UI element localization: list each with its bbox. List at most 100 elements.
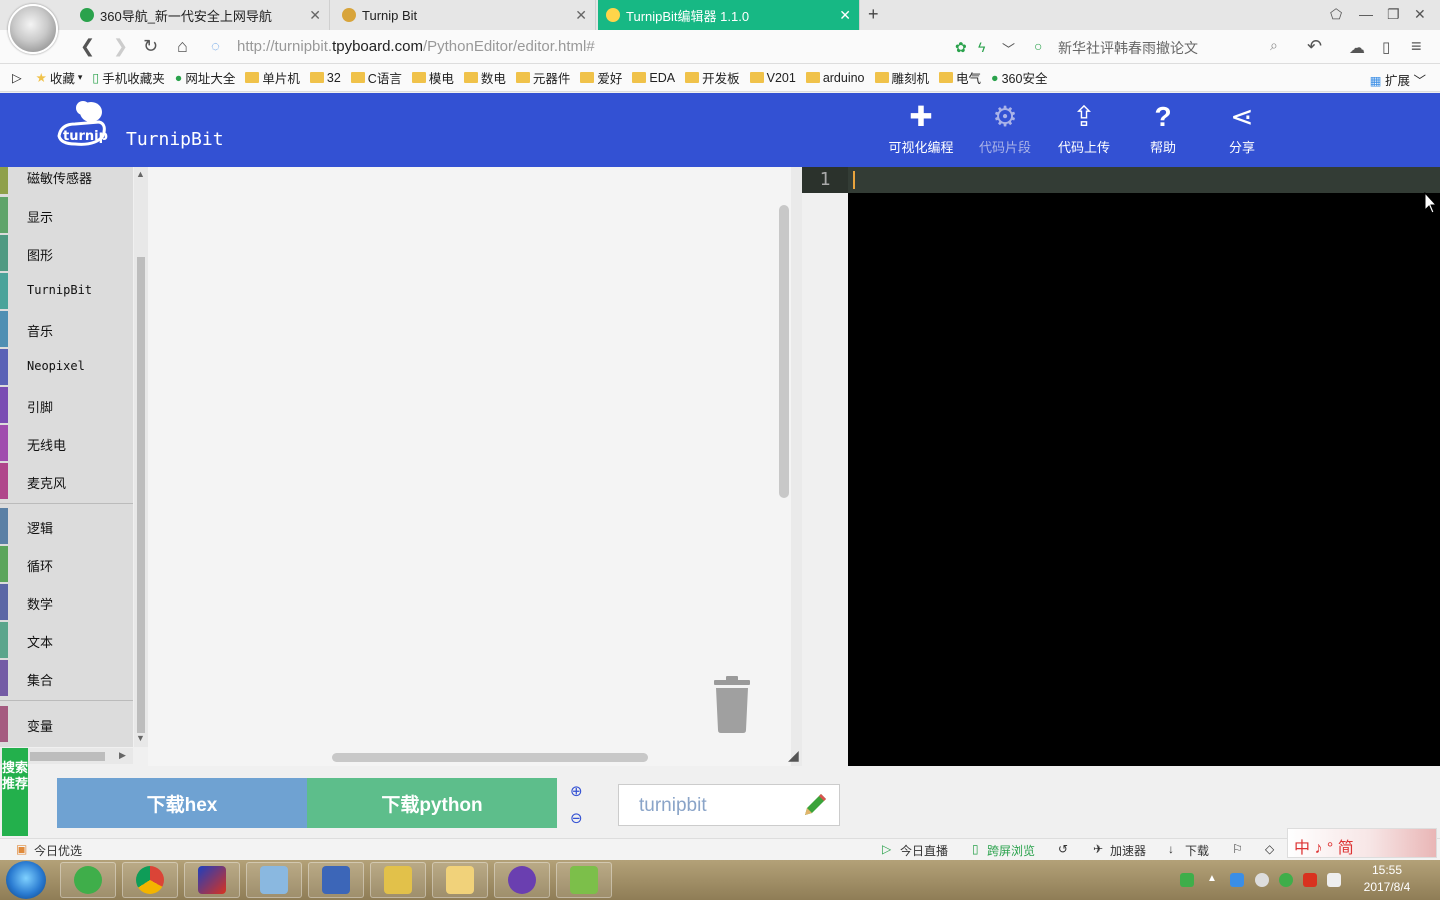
tab-turnip-bit[interactable]: Turnip Bit ✕: [334, 0, 596, 30]
bookmark-folder[interactable]: 爱好: [580, 68, 622, 87]
taskbar-chart-app[interactable]: [556, 862, 612, 898]
close-icon[interactable]: ✕: [839, 7, 851, 24]
workspace-horizontal-scrollbar[interactable]: [332, 753, 648, 762]
bookmark-folder[interactable]: EDA: [632, 71, 675, 85]
code-upload-button[interactable]: ⇪ 代码上传: [1045, 97, 1123, 163]
category-loops[interactable]: 循环: [0, 546, 133, 584]
category-turnipbit[interactable]: TurnipBit: [0, 273, 133, 311]
bookmark-folder[interactable]: V201: [749, 71, 796, 85]
speedup-icon[interactable]: ✿: [955, 39, 967, 56]
bookmark-folder[interactable]: 32: [309, 71, 341, 85]
new-tab-button[interactable]: +: [868, 4, 879, 25]
chevron-down-icon[interactable]: ﹀: [1002, 39, 1015, 58]
tray-expand-icon[interactable]: ▲: [1207, 873, 1221, 887]
category-math[interactable]: 数学: [0, 584, 133, 622]
restore-button[interactable]: ❐: [1387, 6, 1400, 23]
code-snippets-button[interactable]: ⚙ 代码片段: [966, 97, 1044, 163]
toolbox-hscroll-thumb[interactable]: [30, 752, 105, 761]
taskbar-chrome[interactable]: [122, 862, 178, 898]
toolbox-scroll-thumb[interactable]: [137, 257, 145, 733]
user-avatar[interactable]: [8, 4, 58, 54]
category-logic[interactable]: 逻辑: [0, 508, 133, 546]
toolbox-scrollbar[interactable]: ▲ ▼: [134, 167, 148, 747]
forward-button[interactable]: ❯: [113, 36, 128, 57]
bookmark-folder[interactable]: 单片机: [245, 68, 300, 87]
leaf-icon[interactable]: ◇: [1265, 842, 1274, 856]
input-method-bar[interactable]: 中 ♪ ° 简: [1287, 828, 1437, 858]
zoom-out-icon[interactable]: ⊖: [570, 809, 583, 827]
bookmarks-toggle-icon[interactable]: ▷: [12, 70, 22, 85]
start-button-icon[interactable]: [6, 861, 46, 899]
category-variables[interactable]: 变量: [0, 706, 133, 744]
bookmark-mobile[interactable]: ▯ 手机收藏夹: [92, 68, 164, 87]
url-input[interactable]: http://turnipbit.tpyboard.com/PythonEdit…: [237, 38, 595, 55]
battery-icon[interactable]: [1180, 873, 1194, 887]
filename-input[interactable]: turnipbit: [618, 784, 840, 826]
menu-icon[interactable]: ≡: [1411, 36, 1422, 57]
zoom-in-icon[interactable]: ⊕: [570, 782, 583, 800]
close-icon[interactable]: ✕: [575, 7, 587, 24]
share-button[interactable]: ⋖ 分享: [1203, 97, 1281, 163]
category-music[interactable]: 音乐: [0, 311, 133, 349]
bookmark-folder[interactable]: 雕刻机: [874, 68, 929, 87]
download-python-button[interactable]: 下载python: [307, 778, 557, 828]
taskbar-calculator[interactable]: [246, 862, 302, 898]
bookmark-folder[interactable]: arduino: [805, 71, 865, 85]
category-lists[interactable]: 集合: [0, 660, 133, 698]
taskbar-cat-app[interactable]: [494, 862, 550, 898]
home-button[interactable]: ⌂: [177, 36, 188, 57]
back-button[interactable]: ❮: [80, 36, 95, 57]
blocks-workspace[interactable]: [148, 167, 791, 767]
flag-icon[interactable]: [1303, 873, 1317, 887]
category-image[interactable]: 图形: [0, 235, 133, 273]
turnip-logo-icon[interactable]: turnip: [55, 98, 109, 150]
bookmark-icon[interactable]: ▯: [1382, 38, 1390, 56]
bookmark-folder[interactable]: 数电: [463, 68, 506, 87]
reload-button[interactable]: ↻: [143, 36, 158, 57]
taskbar-app-x[interactable]: [184, 862, 240, 898]
close-window-button[interactable]: ✕: [1414, 6, 1426, 23]
lightning-icon[interactable]: ϟ: [978, 39, 985, 55]
tab-turnipbit-editor[interactable]: TurnipBit编辑器 1.1.0 ✕: [598, 0, 860, 30]
panel-divider[interactable]: ◢: [788, 167, 802, 767]
visual-programming-button[interactable]: ✚ 可视化编程: [882, 97, 960, 163]
settings-icon[interactable]: [1255, 873, 1269, 887]
refresh-icon[interactable]: ↺: [1058, 842, 1068, 856]
downloads-link[interactable]: 下载: [1185, 842, 1209, 859]
flag-icon[interactable]: ⚐: [1232, 842, 1243, 856]
category-display[interactable]: 显示: [0, 197, 133, 235]
system-clock[interactable]: 15:55 2017/8/4: [1352, 862, 1422, 896]
pencil-icon[interactable]: [801, 791, 829, 819]
category-pins[interactable]: 引脚: [0, 387, 133, 425]
bookmark-folder[interactable]: C语言: [350, 68, 402, 87]
scroll-right-icon[interactable]: ▶: [119, 750, 126, 761]
undo-icon[interactable]: ↶: [1307, 36, 1322, 57]
editor-active-line[interactable]: 1: [802, 167, 1440, 193]
daily-picks-link[interactable]: 今日优选: [34, 842, 82, 859]
close-icon[interactable]: ✕: [309, 7, 321, 24]
accelerator-link[interactable]: 加速器: [1110, 842, 1146, 859]
taskbar-360-browser[interactable]: [60, 862, 116, 898]
category-neopixel[interactable]: Neopixel: [0, 349, 133, 387]
search-icon[interactable]: ⌕: [1270, 37, 1278, 54]
trash-can-icon[interactable]: [710, 676, 754, 734]
tab-360-navigation[interactable]: 360导航_新一代安全上网导航 ✕: [72, 0, 330, 30]
cloud-icon[interactable]: ☁: [1349, 38, 1365, 58]
live-link[interactable]: 今日直播: [900, 842, 948, 859]
skin-icon[interactable]: ⬠: [1330, 6, 1342, 23]
360-tray-icon[interactable]: [1279, 873, 1293, 887]
bookmark-site-directory[interactable]: ● 网址大全: [175, 68, 236, 87]
bookmark-360-security[interactable]: ● 360安全: [991, 68, 1047, 87]
scroll-down-icon[interactable]: ▼: [136, 733, 145, 743]
bookmark-folder[interactable]: 模电: [411, 68, 454, 87]
scroll-up-icon[interactable]: ▲: [136, 169, 145, 179]
search-recommend-banner[interactable]: 搜索推荐: [2, 748, 28, 836]
category-radio[interactable]: 无线电: [0, 425, 133, 463]
cross-screen-link[interactable]: 跨屏浏览: [987, 842, 1035, 859]
taskbar-network-app[interactable]: [370, 862, 426, 898]
python-code-editor[interactable]: 1: [802, 167, 1440, 766]
bookmark-folder[interactable]: 电气: [939, 68, 981, 87]
bookmark-folder[interactable]: 元器件: [515, 68, 570, 87]
network-status-icon[interactable]: [1327, 873, 1341, 887]
resize-handle-icon[interactable]: ◢: [788, 747, 799, 764]
